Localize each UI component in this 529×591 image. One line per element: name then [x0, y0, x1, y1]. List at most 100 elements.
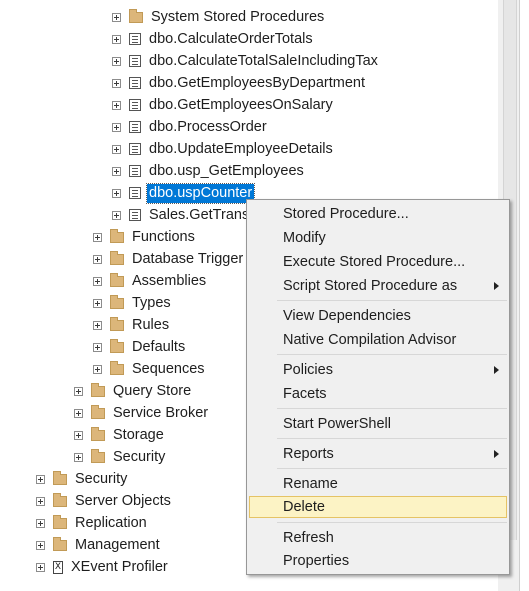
expand-icon[interactable]: [93, 298, 102, 308]
menu-separator: [277, 438, 507, 439]
folder-icon: [91, 405, 105, 419]
folder-icon: [110, 273, 124, 287]
tree-node-stored-procedure[interactable]: Sales.GetTransa: [112, 204, 259, 226]
tree-node-label: Security: [113, 448, 166, 465]
tree-node-stored-procedure[interactable]: dbo.usp_GetEmployees: [112, 160, 306, 182]
expand-icon[interactable]: [93, 364, 102, 374]
folder-icon: [53, 471, 67, 485]
menu-item-label: Script Stored Procedure as: [283, 278, 458, 294]
expand-icon[interactable]: [93, 232, 102, 242]
tree-node-label: Storage: [113, 426, 164, 443]
tree-node-functions[interactable]: Functions: [93, 226, 197, 248]
tree-node-stored-procedure[interactable]: dbo.CalculateOrderTotals: [112, 28, 315, 50]
tree-node-assemblies[interactable]: Assemblies: [93, 270, 208, 292]
expand-icon[interactable]: [36, 496, 45, 506]
folder-icon: [110, 339, 124, 353]
tree-node-label: Rules: [132, 316, 170, 333]
tree-node-storage[interactable]: Storage: [74, 424, 166, 446]
expand-icon[interactable]: [74, 452, 83, 462]
expand-icon[interactable]: [74, 408, 83, 418]
menu-item-facets[interactable]: Facets: [249, 383, 507, 405]
expand-icon[interactable]: [112, 12, 121, 22]
tree-node-label: Management: [75, 536, 160, 553]
tree-node-label: dbo.CalculateOrderTotals: [149, 30, 313, 47]
menu-item-native-compilation-advisor[interactable]: Native Compilation Advisor: [249, 329, 507, 351]
menu-item-reports[interactable]: Reports: [249, 443, 507, 465]
expand-icon[interactable]: [112, 56, 121, 66]
expand-icon[interactable]: [112, 122, 121, 132]
tree-node-label: dbo.ProcessOrder: [149, 118, 267, 135]
expand-icon[interactable]: [74, 430, 83, 440]
tree-node-defaults[interactable]: Defaults: [93, 336, 187, 358]
tree-node-sequences[interactable]: Sequences: [93, 358, 207, 380]
expand-icon[interactable]: [112, 188, 121, 198]
expand-icon[interactable]: [112, 144, 121, 154]
menu-item-view-dependencies[interactable]: View Dependencies: [249, 305, 507, 327]
menu-item-policies[interactable]: Policies: [249, 359, 507, 381]
tree-node-stored-procedure[interactable]: dbo.UpdateEmployeeDetails: [112, 138, 335, 160]
tree-node-query-store[interactable]: Query Store: [74, 380, 193, 402]
menu-item-label: Native Compilation Advisor: [283, 332, 457, 348]
tree-node-service-broker[interactable]: Service Broker: [74, 402, 210, 424]
menu-item-properties[interactable]: Properties: [249, 550, 507, 572]
tree-node-label: Database Trigger: [132, 250, 244, 267]
expand-icon[interactable]: [36, 474, 45, 484]
tree-node-stored-procedure[interactable]: dbo.GetEmployeesOnSalary: [112, 94, 335, 116]
tree-node-database-triggers[interactable]: Database Trigger: [93, 248, 245, 270]
submenu-arrow-icon: [494, 282, 499, 290]
menu-item-rename[interactable]: Rename: [249, 473, 507, 495]
menu-item-execute-stored-procedure[interactable]: Execute Stored Procedure...: [249, 251, 507, 273]
tree-node-management[interactable]: Management: [36, 534, 162, 556]
folder-icon: [53, 493, 67, 507]
folder-icon: [53, 515, 67, 529]
expand-icon[interactable]: [93, 276, 102, 286]
tree-node-label: dbo.UpdateEmployeeDetails: [149, 140, 333, 157]
tree-node-label: Replication: [75, 514, 147, 531]
tree-node-system-stored-procedures[interactable]: System Stored Procedures: [112, 6, 326, 28]
stored-procedure-icon: [129, 55, 141, 67]
tree-node-stored-procedure[interactable]: dbo.ProcessOrder: [112, 116, 269, 138]
tree-node-label: Server Objects: [75, 492, 171, 509]
expand-icon[interactable]: [93, 320, 102, 330]
expand-icon[interactable]: [112, 210, 121, 220]
expand-icon[interactable]: [74, 386, 83, 396]
tree-node-stored-procedure[interactable]: dbo.CalculateTotalSaleIncludingTax: [112, 50, 380, 72]
expand-icon[interactable]: [112, 78, 121, 88]
tree-node-xevent-profiler[interactable]: X XEvent Profiler: [36, 556, 170, 578]
expand-icon[interactable]: [93, 342, 102, 352]
stored-procedure-icon: [129, 99, 141, 111]
tree-node-types[interactable]: Types: [93, 292, 173, 314]
menu-item-label: Start PowerShell: [283, 416, 391, 432]
menu-item-modify[interactable]: Modify: [249, 227, 507, 249]
stored-procedure-icon: [129, 77, 141, 89]
tree-node-stored-procedure-selected[interactable]: dbo.uspCounter: [112, 182, 256, 204]
menu-item-start-powershell[interactable]: Start PowerShell: [249, 413, 507, 435]
stored-procedure-icon: [129, 209, 141, 221]
tree-node-rules[interactable]: Rules: [93, 314, 171, 336]
expand-icon[interactable]: [36, 518, 45, 528]
expand-icon[interactable]: [36, 562, 45, 572]
tree-node-stored-procedure[interactable]: dbo.GetEmployeesByDepartment: [112, 72, 367, 94]
stored-procedure-icon: [129, 143, 141, 155]
tree-node-label: Sales.GetTransa: [149, 206, 258, 223]
tree-node-replication[interactable]: Replication: [36, 512, 149, 534]
tree-node-label: Assemblies: [132, 272, 207, 289]
expand-icon[interactable]: [36, 540, 45, 550]
tree-node-server-security[interactable]: Security: [36, 468, 129, 490]
tree-node-server-objects[interactable]: Server Objects: [36, 490, 173, 512]
menu-item-script-stored-procedure-as[interactable]: Script Stored Procedure as: [249, 275, 507, 297]
expand-icon[interactable]: [112, 100, 121, 110]
menu-item-label: Rename: [283, 476, 338, 492]
stored-procedure-icon: [129, 121, 141, 133]
tree-node-label: XEvent Profiler: [71, 558, 168, 575]
expand-icon[interactable]: [93, 254, 102, 264]
menu-separator: [277, 300, 507, 301]
menu-item-refresh[interactable]: Refresh: [249, 527, 507, 549]
tree-node-label: dbo.CalculateTotalSaleIncludingTax: [149, 52, 378, 69]
expand-icon[interactable]: [112, 166, 121, 176]
menu-item-label: Properties: [283, 553, 350, 569]
tree-node-database-security[interactable]: Security: [74, 446, 167, 468]
menu-item-delete[interactable]: Delete: [249, 496, 507, 518]
menu-item-new-stored-procedure[interactable]: Stored Procedure...: [249, 203, 507, 225]
expand-icon[interactable]: [112, 34, 121, 44]
